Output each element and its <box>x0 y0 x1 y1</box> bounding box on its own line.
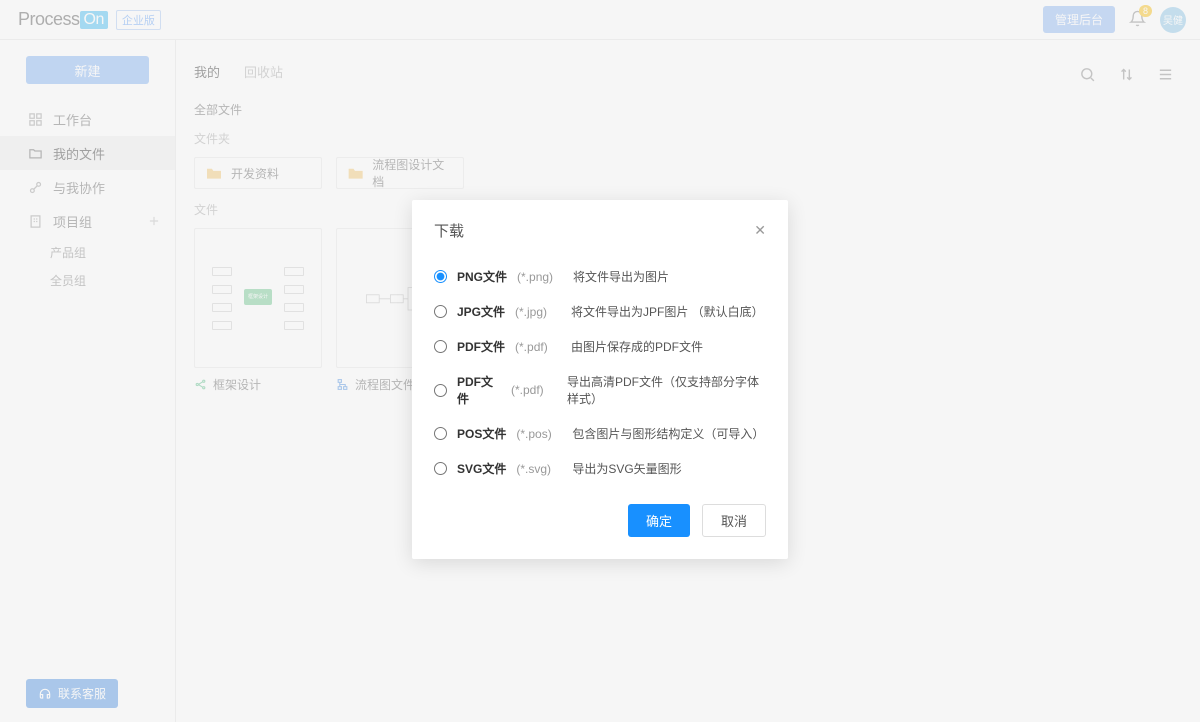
export-option-label: PDF文件 <box>457 373 501 407</box>
close-icon[interactable]: ✕ <box>754 222 766 239</box>
export-radio[interactable] <box>434 427 447 440</box>
export-option-desc: 导出高清PDF文件（仅支持部分字体样式） <box>567 373 766 407</box>
export-option-ext: (*.jpg) <box>515 305 557 319</box>
export-option-label: PNG文件 <box>457 268 507 285</box>
export-option-desc: 由图片保存成的PDF文件 <box>571 338 703 355</box>
export-radio[interactable] <box>434 384 447 397</box>
export-radio[interactable] <box>434 270 447 283</box>
modal-footer: 确定 取消 <box>434 504 766 537</box>
confirm-button[interactable]: 确定 <box>628 504 690 537</box>
modal-header: 下载 ✕ <box>434 220 766 241</box>
export-option-ext: (*.svg) <box>516 462 558 476</box>
export-option-label: JPG文件 <box>457 303 505 320</box>
export-option-ext: (*.pos) <box>516 427 558 441</box>
export-option-ext: (*.pdf) <box>515 340 557 354</box>
export-option[interactable]: PDF文件 (*.pdf) 由图片保存成的PDF文件 <box>434 329 766 364</box>
export-option[interactable]: PNG文件 (*.png) 将文件导出为图片 <box>434 259 766 294</box>
modal-options: PNG文件 (*.png) 将文件导出为图片 JPG文件 (*.jpg) 将文件导出为JP… <box>434 259 766 486</box>
cancel-button[interactable]: 取消 <box>702 504 766 537</box>
export-option-desc: 包含图片与图形结构定义（可导入） <box>572 425 764 442</box>
modal-overlay[interactable]: 下载 ✕ PNG文件 (*.png) 将文件导出为图片 JPG文件 (*.jpg) 将文件… <box>0 0 1200 722</box>
export-option-ext: (*.pdf) <box>511 383 553 397</box>
export-option[interactable]: PDF文件 (*.pdf) 导出高清PDF文件（仅支持部分字体样式） <box>434 364 766 416</box>
export-option[interactable]: POS文件 (*.pos) 包含图片与图形结构定义（可导入） <box>434 416 766 451</box>
export-option-desc: 将文件导出为图片 <box>573 268 669 285</box>
export-option-label: SVG文件 <box>457 460 506 477</box>
export-radio[interactable] <box>434 305 447 318</box>
modal-title: 下载 <box>434 220 464 241</box>
download-modal: 下载 ✕ PNG文件 (*.png) 将文件导出为图片 JPG文件 (*.jpg) 将文件… <box>412 200 788 559</box>
export-option-desc: 将文件导出为JPF图片 （默认白底） <box>571 303 764 320</box>
export-option-desc: 导出为SVG矢量图形 <box>572 460 681 477</box>
export-option[interactable]: JPG文件 (*.jpg) 将文件导出为JPF图片 （默认白底） <box>434 294 766 329</box>
export-option-label: PDF文件 <box>457 338 505 355</box>
export-option-ext: (*.png) <box>517 270 559 284</box>
export-radio[interactable] <box>434 462 447 475</box>
export-option-label: POS文件 <box>457 425 506 442</box>
export-radio[interactable] <box>434 340 447 353</box>
export-option[interactable]: SVG文件 (*.svg) 导出为SVG矢量图形 <box>434 451 766 486</box>
